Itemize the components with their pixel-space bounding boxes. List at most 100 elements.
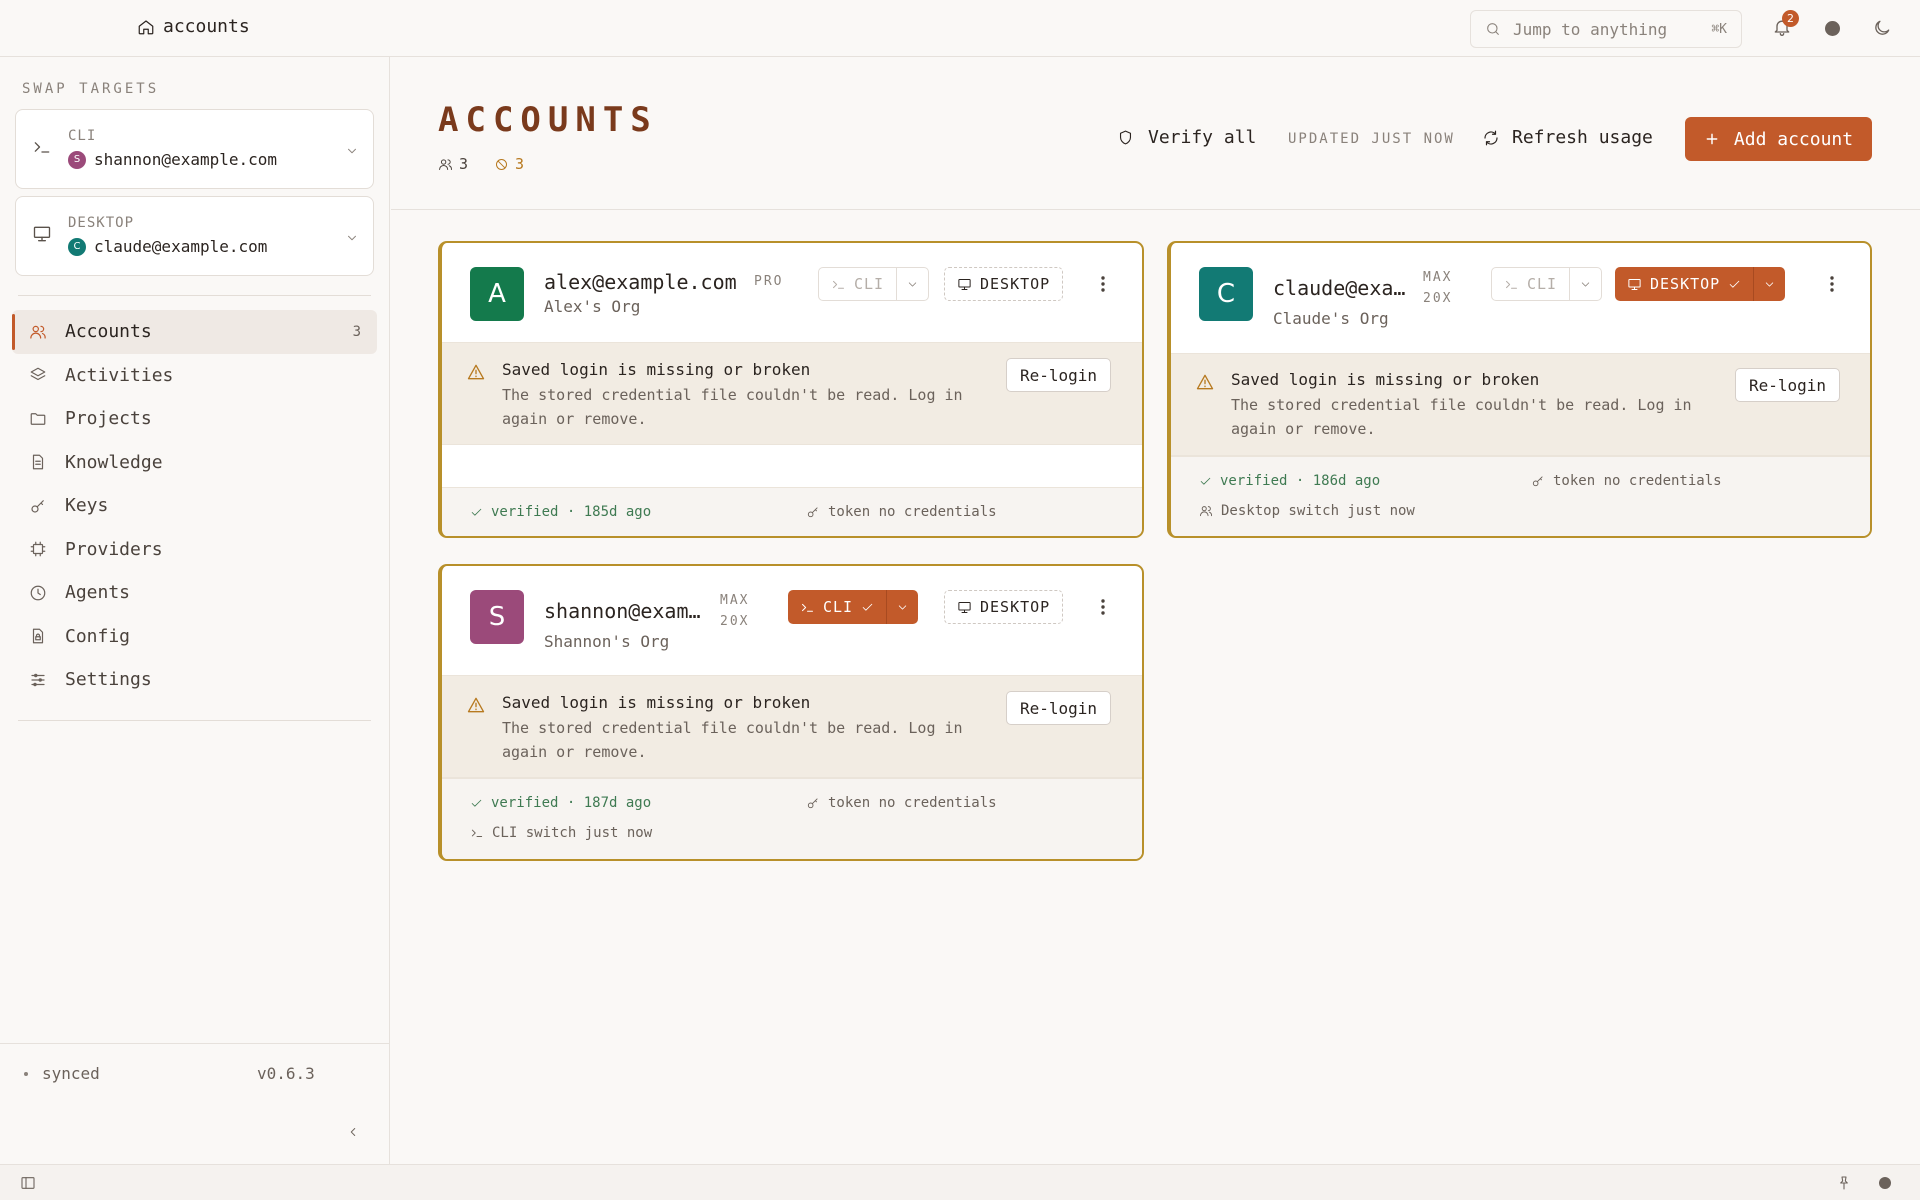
token-label: token no credentials <box>1553 473 1722 489</box>
cli-swap-button[interactable]: CLI <box>818 267 930 301</box>
warning-icon <box>466 695 486 715</box>
warning-body: The stored credential file couldn't be r… <box>502 719 963 761</box>
monitor-icon <box>957 277 972 292</box>
terminal-icon <box>831 277 846 292</box>
sidebar-item-count: 3 <box>352 323 361 340</box>
clock-icon <box>29 584 47 602</box>
desktop-swap-button[interactable]: DESKTOP <box>944 267 1064 301</box>
chevron-down-icon[interactable] <box>345 144 359 158</box>
updated-status: UPDATED JUST NOW <box>1288 131 1455 147</box>
swap-target-desktop[interactable]: DESKTOP C claude@example.com <box>15 196 374 276</box>
card-footer: verified · 187d ago token no credentials… <box>442 778 1142 859</box>
avatar: S <box>470 590 524 644</box>
cli-swap-dropdown[interactable] <box>886 590 918 624</box>
search-icon <box>1485 21 1501 37</box>
divider <box>18 720 371 721</box>
sidebar-item-accounts[interactable]: Accounts 3 <box>12 310 377 354</box>
sidebar-item-config[interactable]: Config <box>12 615 377 659</box>
swap-target-account: S shannon@example.com <box>68 150 277 169</box>
plan-badge-line: MAX <box>1423 270 1453 285</box>
add-account-label: Add account <box>1733 128 1854 150</box>
status-dot-icon <box>1879 1177 1891 1189</box>
cli-swap-dropdown[interactable] <box>896 268 928 300</box>
switch-note: Desktop switch just now <box>1199 503 1415 519</box>
sliders-icon <box>29 671 47 689</box>
check-icon <box>1728 278 1741 291</box>
token-status: token no credentials <box>806 504 997 520</box>
desktop-swap-button[interactable]: DESKTOP <box>944 590 1064 624</box>
cli-swap-button[interactable]: CLI <box>788 590 919 624</box>
account-org: Claude's Org <box>1273 309 1389 328</box>
verify-all-button[interactable]: Verify all <box>1117 127 1256 148</box>
avatar: C <box>68 237 86 256</box>
desktop-swap-main[interactable]: DESKTOP <box>1615 267 1753 301</box>
cli-swap-main[interactable]: CLI <box>819 268 896 300</box>
sidebar-item-activities[interactable]: Activities <box>12 354 377 398</box>
sidebar-item-projects[interactable]: Projects <box>12 397 377 441</box>
warning-title: Saved login is missing or broken <box>502 693 811 712</box>
check-icon <box>470 506 483 519</box>
monitor-icon <box>957 600 972 615</box>
collapse-sidebar-button[interactable] <box>346 1125 360 1139</box>
warning-banner: Saved login is missing or broken The sto… <box>442 675 1142 778</box>
verified-status: verified · 187d ago <box>470 795 651 811</box>
search-placeholder: Jump to anything <box>1513 19 1668 39</box>
top-bar: accounts Jump to anything ⌘K 2 <box>0 0 1920 57</box>
users-icon <box>1199 504 1213 518</box>
swap-targets-title: SWAP TARGETS <box>22 81 160 97</box>
plan-badge: MAX 20X <box>720 590 749 632</box>
search-shortcut: ⌘K <box>1711 21 1727 37</box>
moon-icon <box>1872 18 1892 38</box>
plan-badge-line: PRO <box>754 274 784 289</box>
switch-note-label: CLI switch just now <box>492 825 653 841</box>
users-icon <box>29 323 47 341</box>
token-status: token no credentials <box>806 795 997 811</box>
swap-target-label: DESKTOP <box>68 215 135 231</box>
avatar: A <box>470 267 524 321</box>
ban-icon <box>494 157 509 172</box>
add-account-button[interactable]: Add account <box>1685 117 1872 161</box>
switch-note-label: Desktop switch just now <box>1221 503 1415 519</box>
desktop-swap-button[interactable]: DESKTOP <box>1615 267 1786 301</box>
sidebar-item-providers[interactable]: Providers <box>12 528 377 572</box>
relogin-button[interactable]: Re-login <box>1006 358 1112 392</box>
relogin-button[interactable]: Re-login <box>1006 691 1112 725</box>
refresh-usage-button[interactable]: Refresh usage <box>1482 127 1653 148</box>
cli-swap-button[interactable]: CLI <box>1491 267 1603 301</box>
verified-label: verified · 186d ago <box>1220 473 1381 489</box>
key-icon <box>1531 474 1545 488</box>
key-icon <box>29 497 47 515</box>
more-options-icon[interactable] <box>1829 275 1835 293</box>
more-options-icon[interactable] <box>1100 598 1106 616</box>
status-dot-icon[interactable] <box>1825 21 1840 36</box>
more-options-icon[interactable] <box>1100 275 1106 293</box>
relogin-button[interactable]: Re-login <box>1735 368 1841 402</box>
swap-target-cli[interactable]: CLI S shannon@example.com <box>15 109 374 189</box>
cli-swap-main[interactable]: CLI <box>788 590 886 624</box>
monitor-icon <box>1627 277 1642 292</box>
page-title: ACCOUNTS <box>438 100 658 140</box>
breadcrumb[interactable]: accounts <box>137 16 250 37</box>
theme-toggle-button[interactable] <box>1872 18 1892 38</box>
cli-swap-dropdown[interactable] <box>1569 268 1601 300</box>
sidebar-item-agents[interactable]: Agents <box>12 571 377 615</box>
terminal-icon <box>1504 277 1519 292</box>
sidebar-item-keys[interactable]: Keys <box>12 484 377 528</box>
search-input[interactable]: Jump to anything ⌘K <box>1470 10 1742 48</box>
sidebar-item-label: Accounts <box>65 321 152 343</box>
cli-swap-main[interactable]: CLI <box>1492 268 1569 300</box>
chevron-down-icon[interactable] <box>345 231 359 245</box>
key-icon <box>806 796 820 810</box>
swap-target-account: C claude@example.com <box>68 237 267 256</box>
terminal-icon <box>470 826 484 840</box>
sidebar: SWAP TARGETS CLI S shannon@example.com D… <box>0 57 390 1164</box>
sidebar-item-knowledge[interactable]: Knowledge <box>12 441 377 485</box>
warning-title: Saved login is missing or broken <box>502 360 811 379</box>
desktop-swap-dropdown[interactable] <box>1753 267 1785 301</box>
sync-dot-icon <box>24 1071 28 1076</box>
chevron-down-icon <box>1579 278 1592 291</box>
panel-toggle-icon[interactable] <box>20 1175 36 1191</box>
sidebar-item-settings[interactable]: Settings <box>12 658 377 702</box>
pin-icon[interactable] <box>1836 1175 1852 1191</box>
notifications-button[interactable]: 2 <box>1772 10 1799 38</box>
